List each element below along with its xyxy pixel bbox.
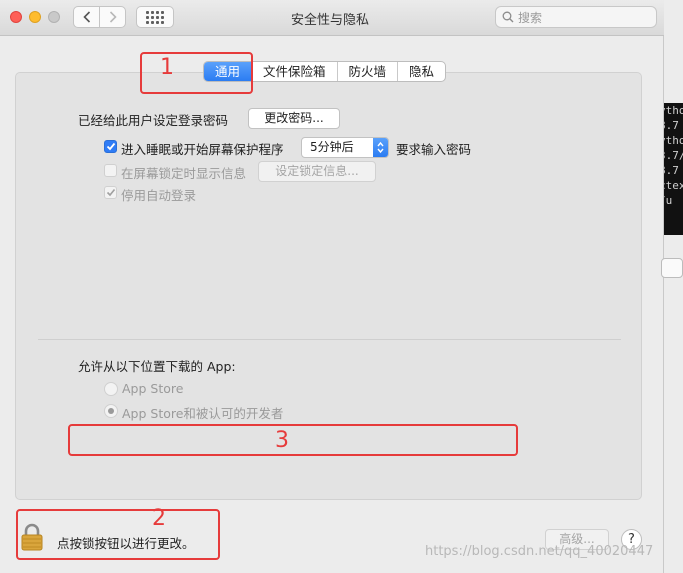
grid-icon: [146, 10, 164, 24]
checkmark-icon: [106, 142, 115, 151]
show-message-label: 在屏幕锁定时显示信息: [121, 166, 247, 181]
require-password-checkbox[interactable]: [104, 140, 117, 153]
chevron-right-icon: [109, 11, 117, 23]
annotation-label-1: 1: [160, 55, 174, 80]
annotation-box-1: [140, 52, 253, 94]
search-placeholder: 搜索: [518, 10, 543, 25]
search-icon: [502, 11, 514, 23]
password-delay-value: 5分钟后: [310, 140, 354, 154]
background-terminal: ytho 8.7 ytho 3.7/b 8.7 ctex /u: [664, 103, 683, 235]
background-window-top: [664, 0, 683, 103]
show-all-button[interactable]: [136, 6, 174, 28]
background-window-bottom: [664, 235, 683, 573]
minimize-window-button[interactable]: [29, 11, 41, 23]
password-delay-popup[interactable]: 5分钟后: [301, 137, 389, 158]
app-store-radio-label: App Store: [122, 381, 184, 396]
password-set-label: 已经给此用户设定登录密码: [78, 113, 229, 128]
zoom-window-button[interactable]: [48, 11, 60, 23]
forward-button[interactable]: [99, 6, 126, 28]
preferences-window: 安全性与隐私 搜索 通用 文件保险箱 防火墙 隐私 已经给此用户设定登录密码 更…: [0, 0, 664, 573]
change-password-button[interactable]: 更改密码...: [248, 108, 340, 129]
downloads-heading: 允许从以下位置下载的 App:: [78, 359, 236, 374]
checkmark-icon: [106, 188, 115, 197]
background-control: [661, 258, 683, 278]
watermark: https://blog.csdn.net/qq_40020447: [425, 544, 654, 559]
tab-privacy[interactable]: 隐私: [398, 62, 445, 81]
require-password-suffix: 要求输入密码: [396, 142, 472, 157]
back-button[interactable]: [73, 6, 100, 28]
search-field[interactable]: 搜索: [495, 6, 657, 28]
disable-auto-login-checkbox[interactable]: [104, 186, 117, 199]
app-store-radio[interactable]: [104, 382, 118, 396]
section-divider: [38, 339, 621, 340]
close-window-button[interactable]: [10, 11, 22, 23]
updown-chevron-icon: [373, 138, 388, 157]
require-password-label: 进入睡眠或开始屏幕保护程序: [121, 142, 284, 157]
tab-filevault[interactable]: 文件保险箱: [252, 62, 338, 81]
disable-auto-login-label: 停用自动登录: [121, 188, 197, 203]
annotation-box-3: [68, 424, 518, 456]
set-lock-message-button[interactable]: 设定锁定信息...: [258, 161, 376, 182]
app-store-identified-radio-label: App Store和被认可的开发者: [122, 406, 284, 421]
tab-firewall[interactable]: 防火墙: [338, 62, 399, 81]
annotation-box-2: [16, 509, 220, 560]
annotation-label-3: 3: [275, 428, 289, 453]
window-title: 安全性与隐私: [290, 13, 369, 28]
annotation-label-2: 2: [152, 506, 166, 531]
show-message-checkbox[interactable]: [104, 164, 117, 177]
chevron-left-icon: [82, 11, 90, 23]
app-store-identified-radio[interactable]: [104, 404, 118, 418]
